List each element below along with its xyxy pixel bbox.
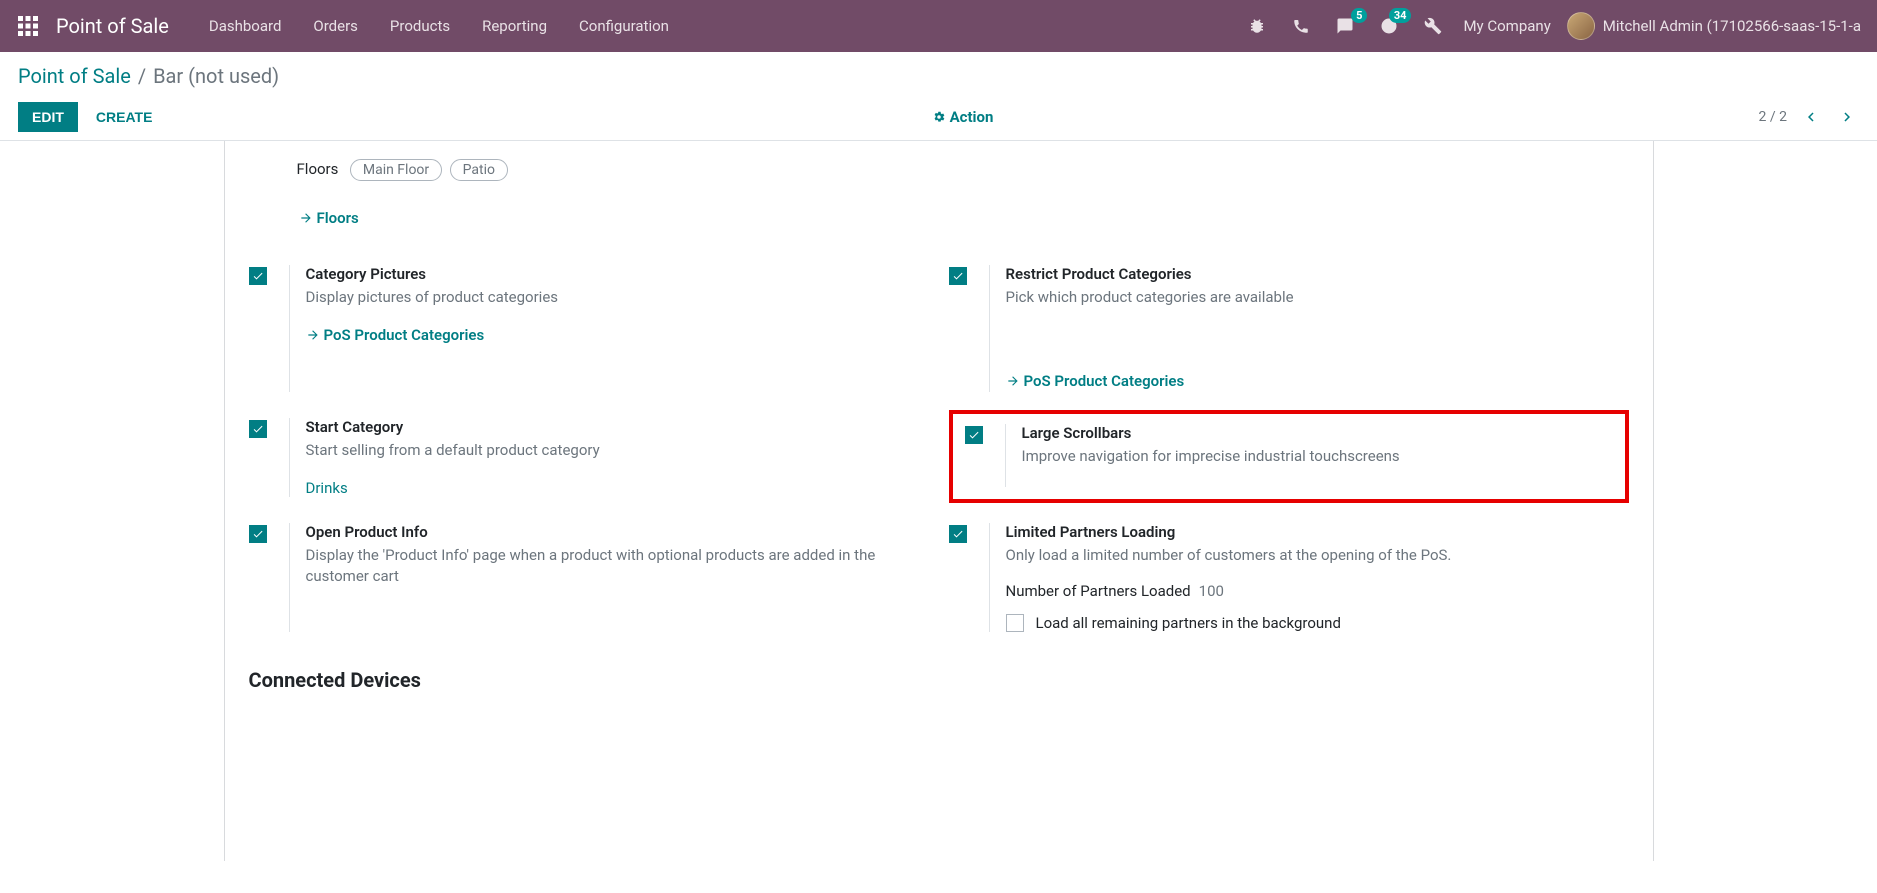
check-icon <box>952 528 964 540</box>
nav-item-orders[interactable]: Orders <box>297 3 374 49</box>
user-menu[interactable]: Mitchell Admin (17102566-saas-15-1-a <box>1567 12 1861 40</box>
floors-row: Floors Main Floor Patio <box>249 159 1629 181</box>
breadcrumb-current: Bar (not used) <box>153 64 279 88</box>
section-connected-devices: Connected Devices <box>249 668 1629 692</box>
partners-loaded-label: Number of Partners Loaded <box>1006 582 1191 600</box>
nav-menu: Dashboard Orders Products Reporting Conf… <box>193 3 685 49</box>
tag-patio[interactable]: Patio <box>450 159 508 181</box>
activities-badge: 34 <box>1389 8 1412 23</box>
action-dropdown[interactable]: Action <box>932 108 994 126</box>
activities-icon[interactable]: 34 <box>1375 12 1403 40</box>
app-title[interactable]: Point of Sale <box>56 14 169 38</box>
checkbox-limited-partners[interactable] <box>949 525 967 543</box>
check-icon <box>252 270 264 282</box>
user-name: Mitchell Admin (17102566-saas-15-1-a <box>1603 17 1861 35</box>
checkbox-restrict-categories[interactable] <box>949 267 967 285</box>
phone-icon[interactable] <box>1287 12 1315 40</box>
floors-label: Floors <box>297 160 339 178</box>
breadcrumb: Point of Sale / Bar (not used) <box>18 64 1859 88</box>
chevron-right-icon <box>1838 108 1856 126</box>
option-title: Open Product Info <box>306 523 929 541</box>
floors-link-label: Floors <box>317 209 359 227</box>
checkbox-load-remaining[interactable] <box>1006 614 1024 632</box>
tools-icon[interactable] <box>1419 12 1447 40</box>
tag-main-floor[interactable]: Main Floor <box>350 159 442 181</box>
option-title: Restrict Product Categories <box>1006 265 1629 283</box>
check-icon <box>252 528 264 540</box>
nav-item-dashboard[interactable]: Dashboard <box>193 3 298 49</box>
option-restrict-categories: Restrict Product Categories Pick which p… <box>949 257 1629 410</box>
check-icon <box>952 270 964 282</box>
apps-icon[interactable] <box>16 14 40 38</box>
option-start-category: Start Category Start selling from a defa… <box>249 410 929 515</box>
gear-icon <box>932 110 946 124</box>
checkbox-large-scrollbars[interactable] <box>965 426 983 444</box>
bug-icon[interactable] <box>1243 12 1271 40</box>
action-label: Action <box>950 108 994 126</box>
chevron-left-icon <box>1802 108 1820 126</box>
option-desc: Improve navigation for imprecise industr… <box>1022 446 1613 467</box>
pager-text[interactable]: 2 / 2 <box>1759 109 1787 125</box>
option-desc: Pick which product categories are availa… <box>1006 287 1629 308</box>
control-area: Point of Sale / Bar (not used) EDIT CREA… <box>0 52 1877 132</box>
nav-item-products[interactable]: Products <box>374 3 466 49</box>
option-desc: Display pictures of product categories <box>306 287 929 308</box>
nav-item-configuration[interactable]: Configuration <box>563 3 685 49</box>
checkbox-start-category[interactable] <box>249 420 267 438</box>
create-button[interactable]: CREATE <box>82 102 167 132</box>
load-remaining-label: Load all remaining partners in the backg… <box>1036 614 1341 632</box>
checkbox-category-pictures[interactable] <box>249 267 267 285</box>
option-desc: Display the 'Product Info' page when a p… <box>306 545 929 587</box>
checkbox-open-product-info[interactable] <box>249 525 267 543</box>
option-desc: Only load a limited number of customers … <box>1006 545 1629 566</box>
arrow-right-icon <box>1006 374 1020 388</box>
messages-badge: 5 <box>1351 8 1367 23</box>
option-limited-partners: Limited Partners Loading Only load a lim… <box>949 515 1629 650</box>
link-pos-product-categories[interactable]: PoS Product Categories <box>306 326 485 344</box>
option-title: Large Scrollbars <box>1022 424 1613 442</box>
option-category-pictures: Category Pictures Display pictures of pr… <box>249 257 929 410</box>
messages-icon[interactable]: 5 <box>1331 12 1359 40</box>
option-title: Category Pictures <box>306 265 929 283</box>
company-selector[interactable]: My Company <box>1463 17 1550 35</box>
edit-button[interactable]: EDIT <box>18 102 78 132</box>
option-desc: Start selling from a default product cat… <box>306 440 929 461</box>
floors-link[interactable]: Floors <box>249 209 359 227</box>
avatar <box>1567 12 1595 40</box>
pager-prev[interactable] <box>1799 105 1823 129</box>
arrow-right-icon <box>306 328 320 342</box>
check-icon <box>252 423 264 435</box>
arrow-right-icon <box>299 211 313 225</box>
option-open-product-info: Open Product Info Display the 'Product I… <box>249 515 929 650</box>
nav-item-reporting[interactable]: Reporting <box>466 3 563 49</box>
partners-loaded-value: 100 <box>1199 582 1224 600</box>
breadcrumb-root[interactable]: Point of Sale <box>18 64 131 88</box>
start-category-value[interactable]: Drinks <box>306 479 929 497</box>
option-title: Limited Partners Loading <box>1006 523 1629 541</box>
option-large-scrollbars: Large Scrollbars Improve navigation for … <box>949 410 1629 503</box>
form-sheet: Floors Main Floor Patio Floors Category … <box>224 141 1654 861</box>
link-pos-product-categories-2[interactable]: PoS Product Categories <box>1006 372 1185 390</box>
top-navbar: Point of Sale Dashboard Orders Products … <box>0 0 1877 52</box>
option-title: Start Category <box>306 418 929 436</box>
pager-next[interactable] <box>1835 105 1859 129</box>
breadcrumb-sep: / <box>138 64 146 88</box>
check-icon <box>968 429 980 441</box>
